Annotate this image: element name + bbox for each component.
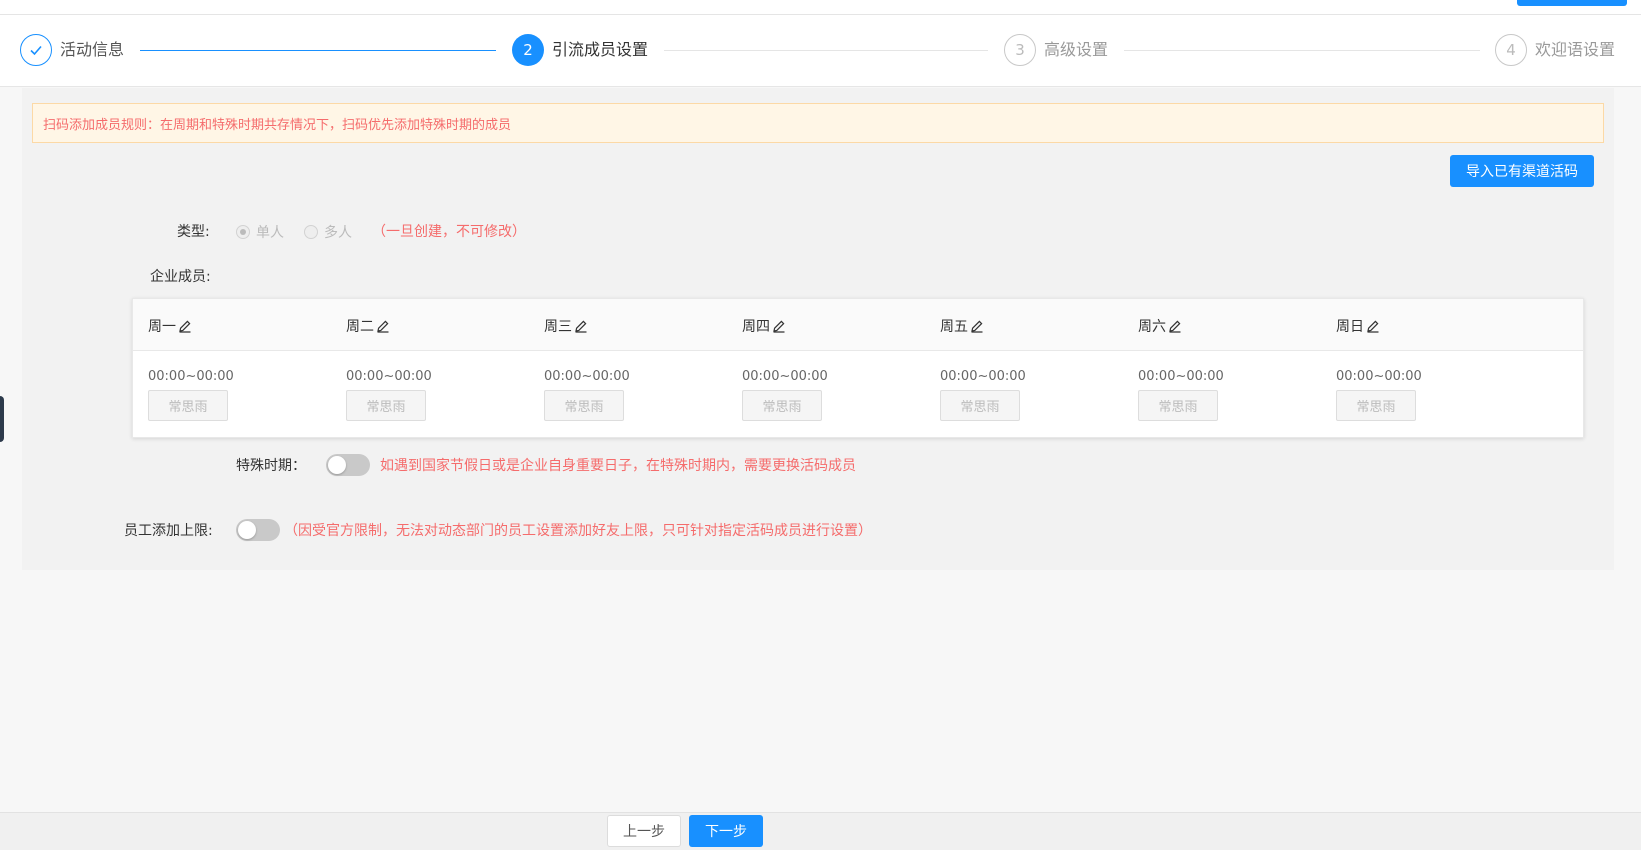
radio-unchecked-icon xyxy=(304,225,318,239)
day-name: 周六 xyxy=(1138,319,1166,335)
type-option-single[interactable]: 单人 xyxy=(236,222,284,242)
switch-knob xyxy=(238,521,256,539)
member-tag[interactable]: 常思雨 xyxy=(940,390,1020,421)
type-note: （一旦创建，不可修改） xyxy=(372,224,526,240)
day-name: 周日 xyxy=(1336,319,1364,335)
day-name: 周四 xyxy=(742,319,770,335)
member-tag[interactable]: 常思雨 xyxy=(742,390,822,421)
day-header-wed[interactable]: 周三 xyxy=(544,316,588,336)
edit-pencil-icon[interactable] xyxy=(178,319,192,333)
import-channel-code-button[interactable]: 导入已有渠道活码 xyxy=(1450,155,1594,187)
day-header-tue[interactable]: 周二 xyxy=(346,316,390,336)
time-range: 00:00~00:00 xyxy=(544,369,630,384)
add-limit-switch[interactable] xyxy=(236,519,280,541)
step-4-number: 4 xyxy=(1495,34,1527,66)
top-action-button[interactable] xyxy=(1517,0,1627,6)
edit-pencil-icon[interactable] xyxy=(1366,319,1380,333)
member-settings-panel: 扫码添加成员规则：在周期和特殊时期共存情况下，扫码优先添加特殊时期的成员 导入已… xyxy=(22,88,1614,570)
day-header-mon[interactable]: 周一 xyxy=(148,316,192,336)
type-option-multi[interactable]: 多人 xyxy=(304,222,352,242)
step-1-title: 活动信息 xyxy=(60,40,125,59)
member-tag[interactable]: 常思雨 xyxy=(1336,390,1416,421)
add-limit-note: （因受官方限制，无法对动态部门的员工设置添加好友上限，只可针对指定活码成员进行设… xyxy=(284,523,872,539)
edit-pencil-icon[interactable] xyxy=(574,319,588,333)
time-range: 00:00~00:00 xyxy=(346,369,432,384)
edit-pencil-icon[interactable] xyxy=(376,319,390,333)
switch-knob xyxy=(328,456,346,474)
day-name: 周一 xyxy=(148,319,176,335)
day-name: 周二 xyxy=(346,319,374,335)
step-4-title: 欢迎语设置 xyxy=(1535,40,1616,59)
type-option-single-label: 单人 xyxy=(256,225,284,241)
time-range: 00:00~00:00 xyxy=(742,369,828,384)
step-2-number: 2 xyxy=(512,34,544,66)
step-2-connector xyxy=(664,50,988,51)
time-range: 00:00~00:00 xyxy=(1138,369,1224,384)
add-limit-label: 员工添加上限: xyxy=(124,523,213,539)
time-range: 00:00~00:00 xyxy=(940,369,1026,384)
steps-bar: 活动信息 2 引流成员设置 3 高级设置 4 欢迎语设置 xyxy=(0,15,1641,87)
step-1-connector xyxy=(140,50,496,51)
weekly-schedule-table: 周一 00:00~00:00 常思雨 周二 00:00~00:00 常思雨 周三… xyxy=(132,298,1584,438)
special-period-switch[interactable] xyxy=(326,454,370,476)
step-3-number: 3 xyxy=(1004,34,1036,66)
time-range: 00:00~00:00 xyxy=(148,369,234,384)
radio-checked-icon xyxy=(236,225,250,239)
member-tag[interactable]: 常思雨 xyxy=(1138,390,1218,421)
members-label: 企业成员: xyxy=(150,269,211,285)
rule-alert: 扫码添加成员规则：在周期和特殊时期共存情况下，扫码优先添加特殊时期的成员 xyxy=(32,103,1604,143)
day-name: 周三 xyxy=(544,319,572,335)
step-3-connector xyxy=(1124,50,1480,51)
day-header-sun[interactable]: 周日 xyxy=(1336,316,1380,336)
day-header-thu[interactable]: 周四 xyxy=(742,316,786,336)
footer-bar: 上一步 下一步 xyxy=(0,812,1641,850)
member-tag[interactable]: 常思雨 xyxy=(346,390,426,421)
step-3-title: 高级设置 xyxy=(1044,40,1109,59)
edit-pencil-icon[interactable] xyxy=(1168,319,1182,333)
special-period-label: 特殊时期： xyxy=(236,458,306,474)
member-tag[interactable]: 常思雨 xyxy=(148,390,228,421)
special-period-note: 如遇到国家节假日或是企业自身重要日子，在特殊时期内，需要更换活码成员 xyxy=(380,458,856,474)
top-bar xyxy=(0,0,1641,15)
type-option-multi-label: 多人 xyxy=(324,225,352,241)
side-collapse-handle[interactable] xyxy=(0,396,4,442)
day-header-sat[interactable]: 周六 xyxy=(1138,316,1182,336)
time-range: 00:00~00:00 xyxy=(1336,369,1422,384)
step-1-check-icon xyxy=(20,34,52,66)
member-tag[interactable]: 常思雨 xyxy=(544,390,624,421)
next-step-button[interactable]: 下一步 xyxy=(689,815,763,847)
step-2-title: 引流成员设置 xyxy=(552,40,649,59)
previous-step-button[interactable]: 上一步 xyxy=(607,815,681,847)
type-label: 类型: xyxy=(177,224,210,240)
rule-alert-text: 扫码添加成员规则：在周期和特殊时期共存情况下，扫码优先添加特殊时期的成员 xyxy=(43,117,512,133)
edit-pencil-icon[interactable] xyxy=(970,319,984,333)
day-name: 周五 xyxy=(940,319,968,335)
day-header-fri[interactable]: 周五 xyxy=(940,316,984,336)
edit-pencil-icon[interactable] xyxy=(772,319,786,333)
